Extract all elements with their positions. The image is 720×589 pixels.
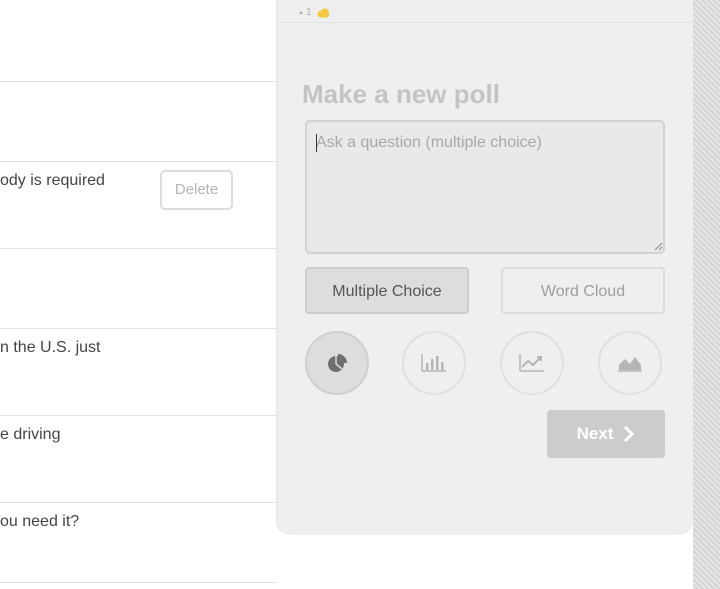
list-item[interactable]: ody is required Delete	[0, 162, 277, 249]
next-label: Next	[576, 424, 614, 443]
area-chart-button[interactable]	[598, 331, 662, 395]
poll-list: ody is required Delete n the U.S. just e…	[0, 0, 277, 589]
bar-chart-icon	[421, 354, 446, 372]
list-item-text: ody is required	[0, 172, 105, 189]
text-cursor	[316, 134, 317, 152]
list-item[interactable]: n the U.S. just	[0, 329, 277, 416]
list-item-text: ou need it?	[0, 513, 80, 530]
list-item-text: n the U.S. just	[0, 339, 101, 356]
multiple-choice-button[interactable]: Multiple Choice	[305, 267, 469, 314]
list-item[interactable]	[0, 249, 277, 329]
cloud-icon	[316, 8, 331, 18]
resize-grip-icon[interactable]	[653, 241, 663, 251]
area-chart-icon	[618, 357, 642, 372]
scroll-gutter	[693, 0, 720, 589]
list-item[interactable]	[0, 0, 277, 82]
new-poll-panel: ▲ 1 Make a new poll Multiple Choice Word…	[276, 0, 694, 535]
delete-button[interactable]: Delete	[160, 170, 233, 210]
line-chart-button[interactable]	[500, 331, 564, 395]
question-input[interactable]	[305, 120, 665, 254]
word-cloud-button[interactable]: Word Cloud	[501, 267, 665, 314]
list-item[interactable]: e driving	[0, 416, 277, 503]
poll-meta: ▲ 1	[298, 7, 331, 18]
list-item[interactable]	[0, 82, 277, 162]
list-item-text: e driving	[0, 426, 61, 443]
page: ody is required Delete n the U.S. just e…	[0, 0, 720, 589]
pie-chart-button[interactable]	[305, 331, 369, 395]
next-button[interactable]: Next	[547, 410, 665, 458]
caret-up-icon: ▲	[298, 9, 304, 16]
meta-count: 1	[305, 7, 312, 18]
pie-chart-icon	[328, 354, 347, 372]
panel-header: ▲ 1	[277, 0, 694, 23]
bar-chart-button[interactable]	[402, 331, 466, 395]
list-item[interactable]: ou need it?	[0, 503, 277, 583]
line-chart-icon	[519, 354, 544, 372]
chevron-right-icon	[624, 425, 635, 443]
page-title: Make a new poll	[302, 79, 500, 109]
